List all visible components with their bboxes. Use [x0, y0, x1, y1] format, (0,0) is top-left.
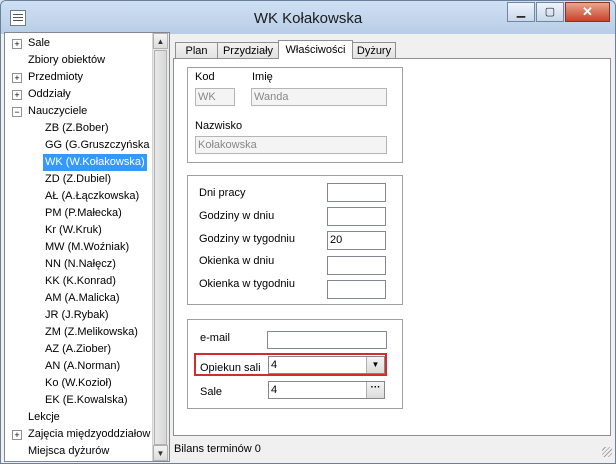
- godziny-w-dniu-label: Godziny w dniu: [199, 210, 275, 222]
- tree-scrollbar[interactable]: ▲ ▼: [152, 33, 169, 461]
- okienka-w-dniu-field[interactable]: [327, 256, 386, 275]
- nazwisko-label: Nazwisko: [195, 120, 243, 132]
- tree-item-label: AN (A.Norman): [45, 360, 121, 372]
- app-window: WK Kołakowska ▁ ▢ ✕ + Sale Zbiory obiektów…: [0, 0, 616, 464]
- chevron-down-icon: ▼: [156, 449, 165, 458]
- tab-wlasciwosci[interactable]: Właściwości: [278, 40, 353, 59]
- tree-item-label: EK (E.Kowalska): [45, 394, 128, 406]
- tree-item-label: Nauczyciele: [28, 105, 88, 117]
- expand-icon[interactable]: +: [12, 430, 22, 440]
- title-bar[interactable]: WK Kołakowska ▁ ▢ ✕: [1, 1, 615, 34]
- minimize-button[interactable]: ▁: [507, 2, 535, 22]
- sale-browse-button[interactable]: ···: [366, 382, 384, 398]
- kod-field[interactable]: WK: [195, 88, 235, 106]
- tree-item-label: Sale: [28, 37, 51, 49]
- tree-item-label: PM (P.Małecka): [45, 207, 122, 219]
- collapse-icon[interactable]: −: [12, 107, 22, 117]
- tree-item-label: Kr (W.Kruk): [45, 224, 102, 236]
- tree-item-label: AM (A.Malicka): [45, 292, 120, 304]
- tree-item-label: Ko (W.Kozioł): [45, 377, 112, 389]
- tree-item-label: Miejsca dyżurów: [28, 445, 110, 457]
- tree-item-label: Oddziały: [28, 88, 71, 100]
- okienka-w-tygodniu-label: Okienka w tygodniu: [199, 278, 295, 290]
- imie-field[interactable]: Wanda: [251, 88, 387, 106]
- dni-pracy-label: Dni pracy: [199, 187, 246, 199]
- ellipsis-icon: ···: [370, 382, 381, 393]
- okienka-w-dniu-label: Okienka w dniu: [199, 255, 275, 267]
- tree-item-label: Zbiory obiektów: [28, 54, 106, 66]
- resize-grip-icon[interactable]: [602, 447, 612, 457]
- sale-value: 4: [271, 384, 278, 396]
- kod-label: Kod: [195, 71, 215, 83]
- tree-item-label: AŁ (A.Łączkowska): [45, 190, 140, 202]
- expand-icon[interactable]: +: [12, 73, 22, 83]
- scroll-down-button[interactable]: ▼: [153, 445, 168, 461]
- tree-item-label: NN (N.Nałęcz): [45, 258, 116, 270]
- maximize-icon: ▢: [544, 6, 556, 18]
- email-label: e-mail: [200, 332, 230, 344]
- tree-item-label: GG (G.Gruszczyńska: [45, 139, 150, 151]
- dni-pracy-field[interactable]: [327, 183, 386, 202]
- okienka-w-tygodniu-field[interactable]: [327, 280, 386, 299]
- godziny-w-tygodniu-field[interactable]: 20: [327, 231, 386, 250]
- chevron-up-icon: ▲: [156, 37, 165, 46]
- godziny-w-dniu-field[interactable]: [327, 207, 386, 226]
- tab-plan[interactable]: Plan: [175, 42, 218, 58]
- tree-item-label: ZM (Z.Melikowska): [45, 326, 138, 338]
- tree-item-label: Przedmioty: [28, 71, 84, 83]
- tree-item-label: JR (J.Rybak): [45, 309, 109, 321]
- godziny-w-tygodniu-label: Godziny w tygodniu: [199, 233, 295, 245]
- expand-icon[interactable]: +: [12, 39, 22, 49]
- nazwisko-field[interactable]: Kołakowska: [195, 136, 387, 154]
- sale-field[interactable]: 4 ···: [268, 381, 385, 399]
- email-field[interactable]: [267, 331, 387, 349]
- window-controls: ▁ ▢ ✕: [506, 2, 610, 22]
- imie-label: Imię: [252, 71, 273, 83]
- minimize-icon: ▁: [516, 6, 526, 18]
- tree-item-label: AZ (A.Ziober): [45, 343, 112, 355]
- maximize-button[interactable]: ▢: [536, 2, 564, 22]
- tree-item-label: Lekcje: [28, 411, 60, 423]
- scroll-up-button[interactable]: ▲: [153, 33, 168, 49]
- tree-item-label: Zajęcia międzyoddziałow: [28, 428, 151, 440]
- status-bar: Bilans terminów 0: [173, 439, 614, 459]
- opiekun-sali-highlight: [194, 353, 387, 376]
- sale-label: Sale: [200, 386, 223, 398]
- close-button[interactable]: ✕: [565, 2, 610, 22]
- tree-item-label: ZB (Z.Bober): [45, 122, 109, 134]
- tree-panel: + Sale Zbiory obiektów + Przedmioty + Oddziały…: [4, 32, 170, 462]
- tree-item-label: WK (W.Kołakowska): [43, 154, 147, 171]
- tree-view[interactable]: + Sale Zbiory obiektów + Przedmioty + Oddziały…: [5, 33, 152, 461]
- scroll-thumb[interactable]: [154, 50, 167, 445]
- status-text: Bilans terminów 0: [174, 443, 261, 455]
- expand-icon[interactable]: +: [12, 90, 22, 100]
- tree-item-label: MW (M.Woźniak): [45, 241, 130, 253]
- tree-item-label: KK (K.Konrad): [45, 275, 116, 287]
- close-icon: ✕: [582, 4, 593, 19]
- tab-dyzury[interactable]: Dyżury: [352, 42, 396, 58]
- tab-przydzialy[interactable]: Przydziały: [217, 42, 279, 58]
- tree-item-label: ZD (Z.Dubiel): [45, 173, 112, 185]
